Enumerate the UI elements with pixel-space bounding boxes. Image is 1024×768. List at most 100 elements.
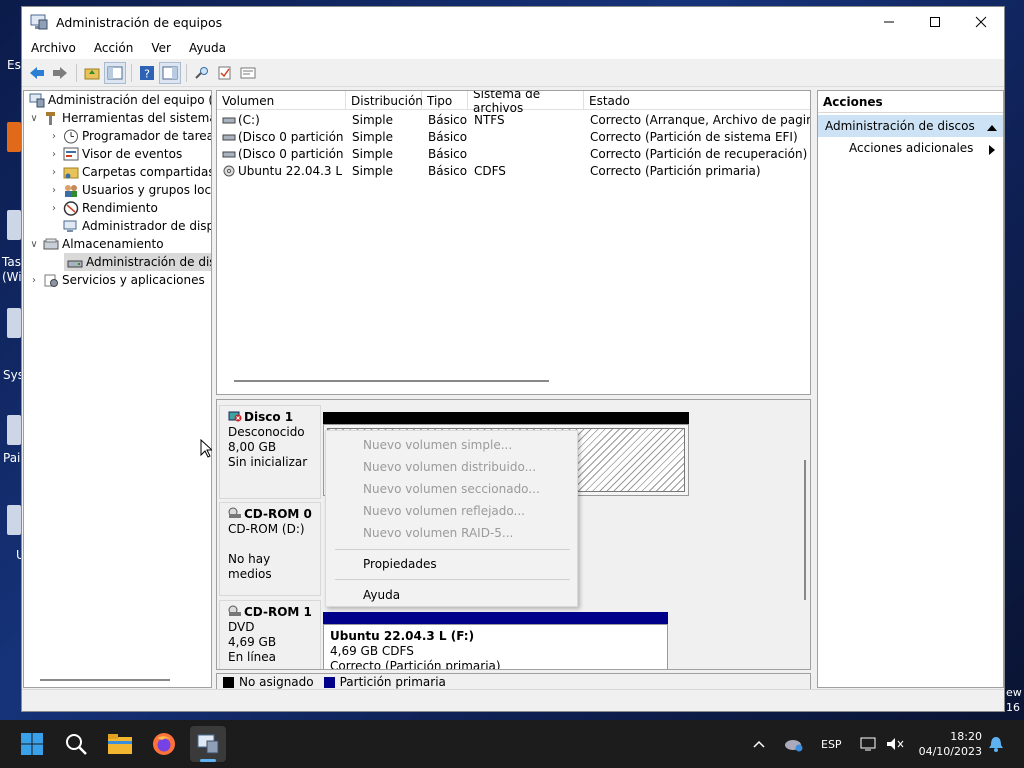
chevron-down-icon[interactable]: ∨ <box>28 239 40 250</box>
chevron-right-icon[interactable]: › <box>48 149 60 160</box>
forward-arrow-icon <box>53 66 67 79</box>
storage-icon <box>43 237 59 252</box>
tree-item-label: Visor de eventos <box>82 147 183 161</box>
chevron-down-icon[interactable]: ∨ <box>28 113 40 124</box>
tree-item-users-groups[interactable]: › Usuarios y grupos locale <box>48 181 211 199</box>
tree-item-device-manager[interactable]: Administrador de dispo <box>60 217 211 235</box>
chevron-right-icon[interactable]: › <box>48 131 60 142</box>
up-folder-button[interactable] <box>81 62 103 84</box>
show-hide-actions-button[interactable] <box>159 61 181 84</box>
tree-item-task-scheduler[interactable]: › Programador de tareas <box>48 127 211 145</box>
title-bar[interactable]: Administración de equipos <box>22 7 1004 37</box>
tree-item-storage[interactable]: ∨ Almacenamiento <box>28 235 163 253</box>
forward-button[interactable] <box>49 62 71 84</box>
menu-item-help[interactable]: Ayuda <box>326 584 579 606</box>
menu-archivo[interactable]: Archivo <box>22 41 85 55</box>
disk-status: En línea <box>228 650 277 664</box>
desktop-icon[interactable] <box>7 122 21 152</box>
onedrive-status[interactable] <box>784 720 804 768</box>
menu-item-properties[interactable]: Propiedades <box>326 553 579 575</box>
clock-date: 04/10/2023 <box>918 745 982 758</box>
network-status[interactable] <box>859 720 879 768</box>
chevron-right-icon[interactable]: › <box>48 167 60 178</box>
file-explorer-button[interactable] <box>102 726 138 762</box>
help-button[interactable]: ? <box>136 62 158 84</box>
properties-view-button[interactable] <box>237 62 259 84</box>
tree-item-root[interactable]: Administración del equipo (loc <box>26 91 211 109</box>
clock[interactable]: 18:20 04/10/2023 <box>918 720 982 768</box>
menu-ver[interactable]: Ver <box>142 41 180 55</box>
desktop-icon[interactable] <box>7 505 21 535</box>
desktop-label-fragment: Pai <box>3 451 21 465</box>
column-header-layout[interactable]: Distribución <box>346 91 423 110</box>
primary-swatch <box>323 676 335 688</box>
vertical-scrollbar[interactable] <box>804 460 806 600</box>
menu-item-new-spanned-volume: Nuevo volumen distribuido... <box>363 460 537 474</box>
tree-item-shared-folders[interactable]: › Carpetas compartidas <box>48 163 211 181</box>
chevron-right-icon[interactable]: › <box>48 203 60 214</box>
chevron-right-icon[interactable]: › <box>28 275 40 286</box>
table-row[interactable]: (C:) Simple Básico NTFS Correcto (Arranq… <box>217 111 810 128</box>
cd-drive-icon <box>228 605 242 617</box>
minimize-button[interactable] <box>866 7 912 37</box>
tree-item-event-viewer[interactable]: › Visor de eventos <box>48 145 182 163</box>
actions-section-disk-management[interactable]: Administración de discos <box>818 115 1003 137</box>
folder-up-icon <box>84 68 100 79</box>
maximize-button[interactable] <box>912 7 958 37</box>
horizontal-scrollbar[interactable] <box>40 679 170 681</box>
start-button[interactable] <box>14 726 50 762</box>
disk-1-label[interactable]: Disco 1 Desconocido 8,00 GB Sin iniciali… <box>219 405 321 499</box>
table-row[interactable]: Ubuntu 22.04.3 L (... Simple Básico CDFS… <box>217 162 810 179</box>
menu-accion[interactable]: Acción <box>85 41 142 55</box>
computer-management-icon <box>29 93 45 108</box>
menu-ayuda[interactable]: Ayuda <box>180 41 235 55</box>
cdrom-0-label[interactable]: CD-ROM 0 CD-ROM (D:) No hay medios <box>219 502 321 596</box>
search-button[interactable] <box>58 726 94 762</box>
tree-item-label: Servicios y aplicaciones <box>62 273 205 287</box>
table-row[interactable]: (Disco 0 partición 4) Simple Básico Corr… <box>217 145 810 162</box>
volume-list-header: Volumen Distribución Tipo Sistema de arc… <box>217 91 810 115</box>
firefox-button[interactable] <box>146 726 182 762</box>
disk-management-icon <box>67 255 83 270</box>
tree-item-disk-management[interactable]: Administración de disco <box>64 253 211 271</box>
actions-header: Acciones <box>818 91 1003 113</box>
volume-layout: Simple <box>352 146 393 161</box>
column-header-type[interactable]: Tipo <box>422 91 468 110</box>
checklist-button[interactable] <box>214 62 236 84</box>
menu-item-new-raid5-volume: Nuevo volumen RAID-5... <box>363 526 514 540</box>
properties-icon <box>240 67 256 78</box>
back-button[interactable] <box>26 62 48 84</box>
show-hide-tree-button[interactable] <box>104 61 126 84</box>
console-tree: Administración del equipo (loc ∨ Herrami… <box>23 90 212 688</box>
cdrom-1-volume[interactable]: Ubuntu 22.04.3 L (F:) 4,69 GB CDFS Corre… <box>323 624 668 669</box>
column-header-status[interactable]: Estado <box>584 91 810 110</box>
desktop-icon[interactable] <box>7 308 21 338</box>
language-indicator[interactable]: ESP <box>821 720 842 768</box>
cdrom-1-label[interactable]: CD-ROM 1 DVD 4,69 GB En línea <box>219 600 321 669</box>
table-row[interactable]: (Disco 0 partición 1) Simple Básico Corr… <box>217 128 810 145</box>
menu-item-new-striped-volume: Nuevo volumen seccionado... <box>363 482 540 496</box>
collapse-icon[interactable] <box>987 121 997 135</box>
network-icon <box>860 737 876 751</box>
notifications-button[interactable] <box>988 720 1004 768</box>
desktop-icon[interactable] <box>7 415 21 445</box>
column-header-filesystem[interactable]: Sistema de archivos <box>468 91 584 115</box>
rescan-button[interactable] <box>191 62 213 84</box>
tree-item-performance[interactable]: › Rendimiento <box>48 199 158 217</box>
show-hidden-icons-button[interactable] <box>752 720 766 768</box>
more-actions-item[interactable]: Acciones adicionales <box>818 137 1003 159</box>
chevron-right-icon[interactable]: › <box>48 185 60 196</box>
desktop-icon[interactable] <box>7 210 21 240</box>
computer-management-taskbar-button[interactable] <box>190 726 226 762</box>
volume-status[interactable] <box>885 720 905 768</box>
volume-status: Correcto (Partición de recuperación) <box>590 146 808 161</box>
horizontal-scrollbar[interactable] <box>234 380 549 382</box>
device-manager-icon <box>63 219 79 234</box>
computer-management-icon <box>30 14 48 30</box>
tree-item-services-apps[interactable]: › Servicios y aplicaciones <box>28 271 205 289</box>
svg-text:?: ? <box>144 67 150 80</box>
folder-icon <box>108 734 132 754</box>
close-button[interactable] <box>958 7 1004 37</box>
column-header-volume[interactable]: Volumen <box>217 91 346 110</box>
tree-item-system-tools[interactable]: ∨ Herramientas del sistema <box>28 109 211 127</box>
